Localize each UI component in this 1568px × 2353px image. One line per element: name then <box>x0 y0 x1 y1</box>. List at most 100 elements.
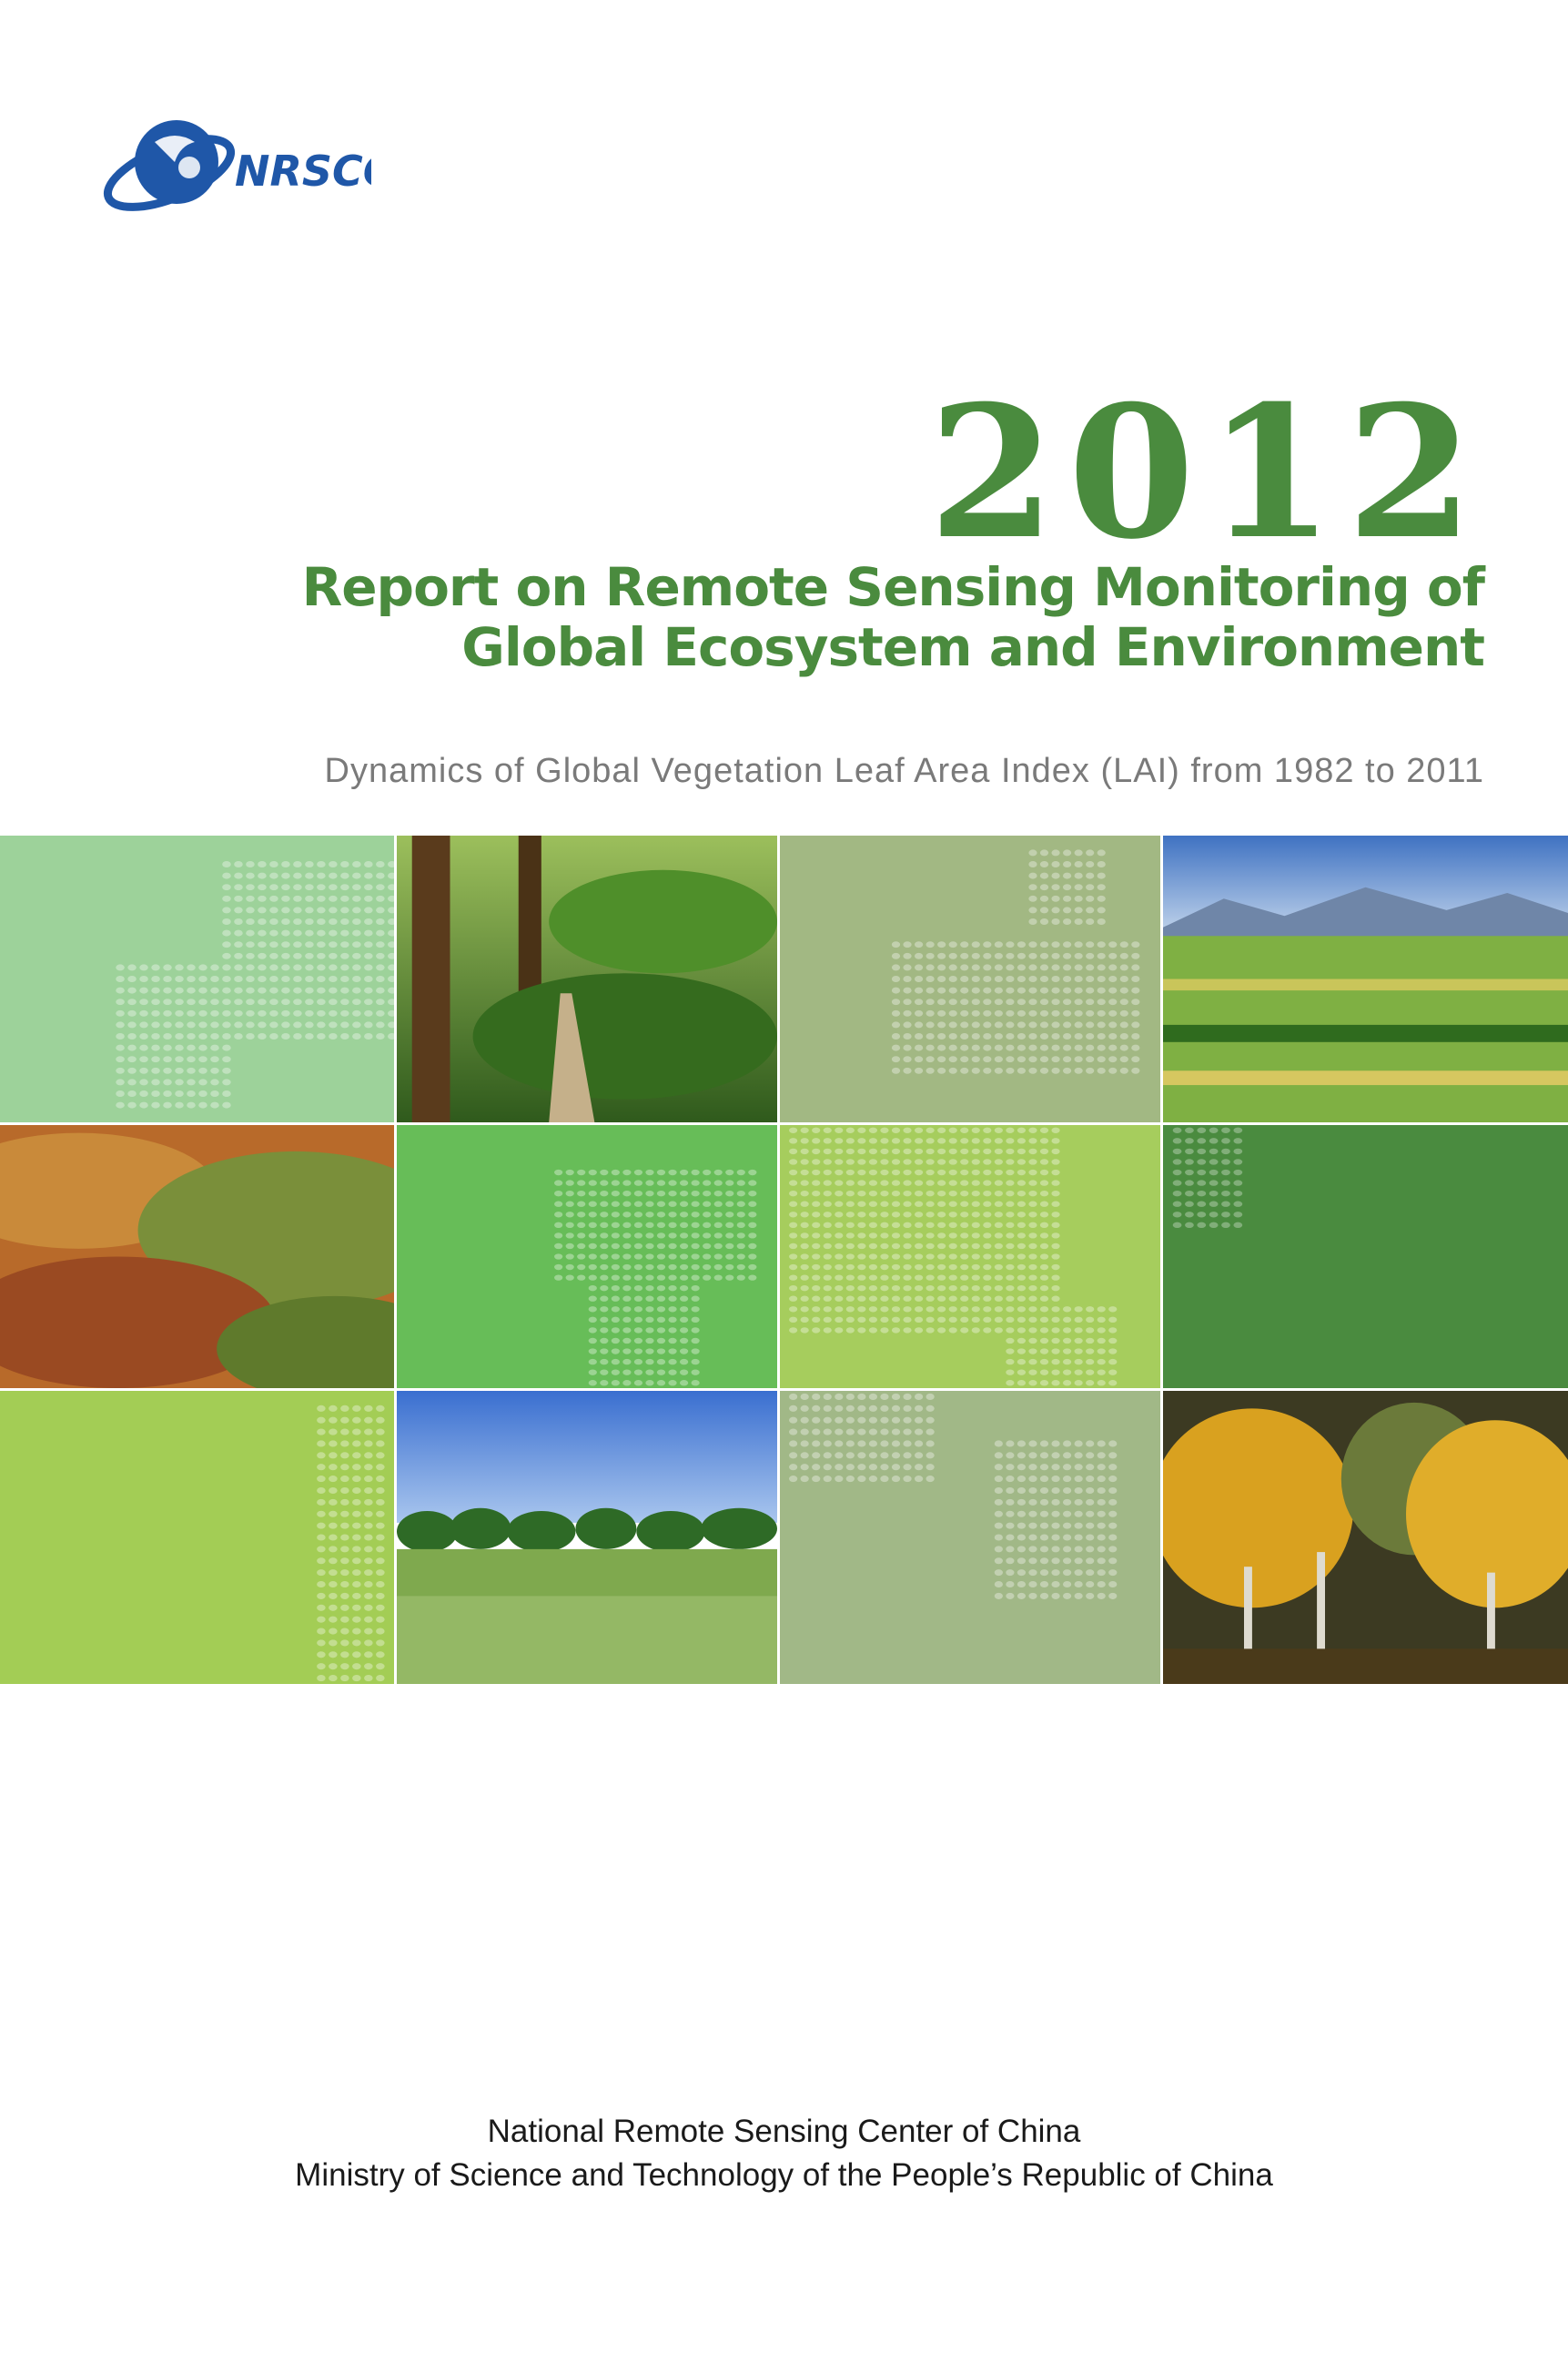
map-dot <box>246 1033 255 1040</box>
map-dot <box>891 1212 901 1218</box>
map-dot <box>891 1033 901 1040</box>
map-dot <box>691 1169 700 1176</box>
map-dot <box>376 1604 385 1611</box>
map-dot <box>163 1009 172 1017</box>
map-dot <box>1051 1546 1060 1553</box>
map-dot <box>789 1440 798 1447</box>
map-dot <box>1051 1148 1060 1155</box>
map-dot <box>329 895 338 902</box>
map-dot <box>948 964 957 971</box>
map-dot <box>317 1675 326 1682</box>
map-dot <box>914 1138 924 1144</box>
map-dot <box>926 1452 935 1459</box>
map-dot <box>1074 918 1083 925</box>
map-dot <box>198 1090 207 1097</box>
map-dot <box>376 1651 385 1658</box>
map-dot <box>891 1416 901 1424</box>
map-dot <box>857 1242 866 1250</box>
map-dot <box>1039 1067 1049 1074</box>
map-dot <box>1097 964 1106 971</box>
map-dot <box>1028 849 1037 857</box>
map-dot <box>127 1033 137 1040</box>
map-dot <box>983 952 992 959</box>
map-dot <box>868 1476 878 1483</box>
map-dot <box>748 1180 757 1186</box>
map-dot <box>736 1180 745 1186</box>
map-dot <box>937 964 946 971</box>
map-dot <box>868 1159 878 1165</box>
map-dot <box>1006 1148 1015 1155</box>
map-dot <box>914 1159 924 1165</box>
map-dot <box>364 1616 373 1623</box>
map-dot <box>971 1212 980 1218</box>
map-dot <box>971 1295 980 1302</box>
map-dot <box>926 1440 935 1447</box>
map-dot <box>800 1138 809 1144</box>
map-dot <box>234 987 243 994</box>
map-dot <box>1028 1358 1037 1365</box>
photo-autumn-hills <box>0 1125 397 1391</box>
map-dot <box>1108 1009 1118 1017</box>
map-dot <box>622 1337 632 1344</box>
map-dot <box>151 1090 160 1097</box>
map-dot <box>789 1127 798 1133</box>
map-dot <box>713 1242 723 1250</box>
map-dot <box>960 1285 969 1292</box>
map-dot <box>1131 987 1140 994</box>
map-dot <box>857 1127 866 1133</box>
map-dot <box>1039 1242 1049 1250</box>
map-dot <box>611 1306 620 1313</box>
map-dot <box>903 941 912 948</box>
map-dot <box>1039 1337 1049 1344</box>
map-dot <box>317 895 326 902</box>
map-dot <box>352 884 361 891</box>
map-dot <box>679 1232 689 1239</box>
map-dot <box>823 1138 832 1144</box>
map-dot <box>679 1316 689 1324</box>
map-dot <box>903 1327 912 1334</box>
map-dot <box>352 1522 361 1529</box>
map-dot <box>633 1212 643 1218</box>
map-dot <box>293 952 302 959</box>
map-dot <box>611 1369 620 1375</box>
map-dot <box>668 1180 677 1186</box>
map-dot <box>222 1044 231 1051</box>
map-dot <box>713 1201 723 1207</box>
map-dot <box>1185 1159 1194 1165</box>
map-dot <box>329 1616 338 1623</box>
map-dot <box>1108 1316 1118 1324</box>
map-dot <box>222 861 231 867</box>
map-dot <box>971 1285 980 1292</box>
map-dot <box>1074 1580 1083 1588</box>
map-dot <box>914 1440 924 1447</box>
map-dot <box>1051 1522 1060 1529</box>
map-dot <box>269 987 278 994</box>
map-dot <box>645 1274 654 1281</box>
map-dot <box>293 895 302 902</box>
map-dot <box>600 1306 609 1313</box>
map-dot <box>1006 1263 1015 1271</box>
map-dot <box>554 1222 563 1228</box>
photo-grassland-trees <box>397 1391 780 1684</box>
map-dot <box>611 1169 620 1176</box>
map-dot <box>937 1285 946 1292</box>
map-dot <box>1086 1476 1095 1483</box>
map-dot <box>960 941 969 948</box>
map-dot <box>364 1675 373 1682</box>
map-dot <box>246 872 255 879</box>
map-dot <box>656 1212 666 1218</box>
map-dot <box>1062 918 1072 925</box>
map-dot <box>352 1498 361 1506</box>
map-dot <box>116 1101 125 1109</box>
map-dot <box>1051 1337 1060 1344</box>
map-dot <box>789 1190 798 1197</box>
map-dot <box>823 1274 832 1281</box>
map-dot <box>1221 1180 1230 1186</box>
map-dot <box>1086 1337 1095 1344</box>
map-dot <box>1028 1201 1037 1207</box>
map-dot <box>1039 1212 1049 1218</box>
map-dot <box>971 1222 980 1228</box>
map-dot <box>937 976 946 982</box>
map-dot <box>960 1009 969 1017</box>
map-dot <box>983 1212 992 1218</box>
